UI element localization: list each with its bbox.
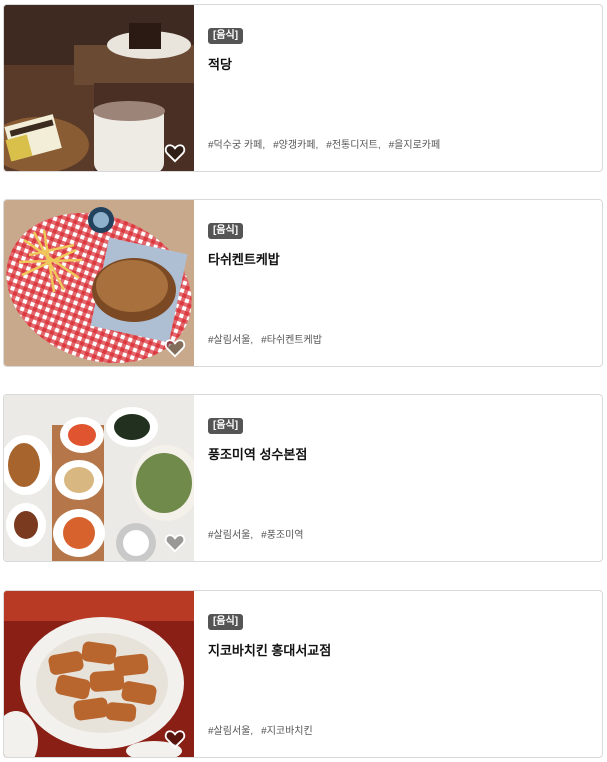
hashtag[interactable]: #살림서울, — [208, 331, 253, 346]
category-badge: [음식] — [208, 418, 244, 434]
place-title[interactable]: 풍조미역 성수본점 — [208, 444, 588, 463]
hashtag[interactable]: #지코바치킨 — [261, 722, 313, 737]
heart-outline-icon[interactable] — [164, 338, 186, 358]
place-photo[interactable] — [4, 591, 194, 757]
place-card[interactable]: [음식] 적당 #덕수궁 카페, #양갱카페, #전통디저트, #을지로카페 — [3, 4, 603, 172]
place-info: [음식] 타쉬켄트케밥 #살림서울, #타쉬켄트케밥 — [194, 200, 602, 366]
hashtag-list: #살림서울, #타쉬켄트케밥 — [208, 331, 322, 346]
place-card[interactable]: [음식] 풍조미역 성수본점 #살림서울, #풍조미역 — [3, 394, 603, 562]
place-photo[interactable] — [4, 395, 194, 561]
hashtag-list: #덕수궁 카페, #양갱카페, #전통디저트, #을지로카페 — [208, 136, 440, 151]
place-card[interactable]: [음식] 지코바치킨 홍대서교점 #살림서울, #지코바치킨 — [3, 590, 603, 758]
hashtag[interactable]: #을지로카페 — [389, 136, 441, 151]
place-card[interactable]: [음식] 타쉬켄트케밥 #살림서울, #타쉬켄트케밥 — [3, 199, 603, 367]
place-title[interactable]: 적당 — [208, 54, 588, 73]
hashtag[interactable]: #덕수궁 카페, — [208, 136, 265, 151]
heart-outline-icon[interactable] — [164, 729, 186, 749]
place-photo[interactable] — [4, 5, 194, 171]
heart-outline-icon[interactable] — [164, 143, 186, 163]
category-badge: [음식] — [208, 28, 244, 44]
category-badge: [음식] — [208, 614, 244, 630]
place-info: [음식] 적당 #덕수궁 카페, #양갱카페, #전통디저트, #을지로카페 — [194, 5, 602, 171]
hashtag-list: #살림서울, #풍조미역 — [208, 526, 304, 541]
place-info: [음식] 지코바치킨 홍대서교점 #살림서울, #지코바치킨 — [194, 591, 602, 757]
hashtag[interactable]: #전통디저트, — [326, 136, 380, 151]
hashtag[interactable]: #양갱카페, — [273, 136, 318, 151]
place-info: [음식] 풍조미역 성수본점 #살림서울, #풍조미역 — [194, 395, 602, 561]
hashtag[interactable]: #타쉬켄트케밥 — [261, 331, 322, 346]
place-list: [음식] 적당 #덕수궁 카페, #양갱카페, #전통디저트, #을지로카페 [… — [0, 0, 607, 762]
hashtag[interactable]: #풍조미역 — [261, 526, 303, 541]
category-badge: [음식] — [208, 223, 244, 239]
place-title[interactable]: 타쉬켄트케밥 — [208, 249, 588, 268]
hashtag[interactable]: #살림서울, — [208, 722, 253, 737]
place-title[interactable]: 지코바치킨 홍대서교점 — [208, 640, 588, 659]
hashtag[interactable]: #살림서울, — [208, 526, 253, 541]
heart-outline-icon[interactable] — [164, 533, 186, 553]
place-photo[interactable] — [4, 200, 194, 366]
hashtag-list: #살림서울, #지코바치킨 — [208, 722, 313, 737]
